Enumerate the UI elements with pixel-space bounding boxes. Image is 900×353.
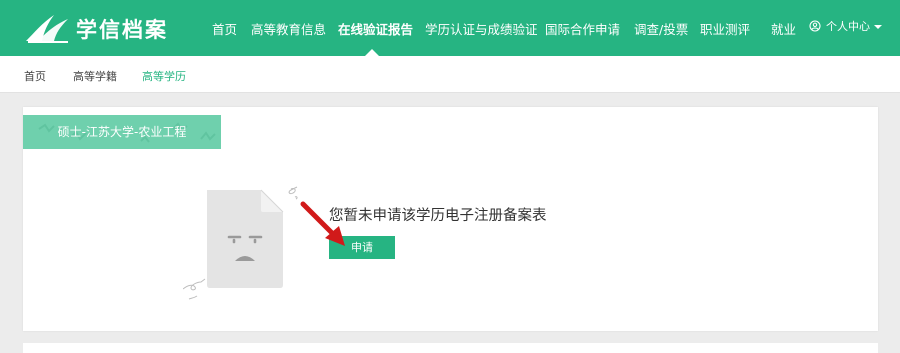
nav-degree-certification[interactable]: 学历认证与成绩验证	[425, 19, 538, 38]
nav-international-cooperation[interactable]: 国际合作申请	[545, 19, 620, 38]
degree-tab[interactable]: 硕士-江苏大学-农业工程	[23, 115, 221, 149]
chevron-down-icon	[874, 24, 882, 29]
site-logo[interactable]: 学信档案	[24, 11, 166, 45]
active-nav-indicator	[365, 49, 379, 56]
nav-home[interactable]: 首页	[212, 19, 237, 38]
degree-record-card: 硕士-江苏大学-农业工程 您暂未申请该学历电子注册备案表 申请	[23, 107, 878, 331]
brand-name: 学信档案	[76, 18, 168, 42]
breadcrumb-enrollment[interactable]: 高等学籍	[73, 68, 117, 84]
user-circle-icon	[809, 20, 821, 32]
breadcrumb-home[interactable]: 首页	[24, 68, 46, 84]
nav-career-assessment[interactable]: 职业测评	[700, 19, 750, 38]
nav-survey-vote[interactable]: 调查/投票	[634, 19, 688, 38]
nav-employment[interactable]: 就业	[771, 19, 796, 38]
degree-tab-label: 硕士-江苏大学-农业工程	[57, 125, 187, 139]
breadcrumb: 首页 高等学籍 高等学历	[0, 56, 900, 93]
next-card-edge	[23, 343, 878, 353]
user-center-label: 个人中心	[826, 20, 870, 33]
breadcrumb-degree[interactable]: 高等学历	[142, 68, 186, 84]
nav-online-verification-report[interactable]: 在线验证报告	[338, 19, 413, 38]
nav-higher-education-info[interactable]: 高等教育信息	[251, 19, 326, 38]
empty-state-message: 您暂未申请该学历电子注册备案表	[329, 208, 547, 224]
logo-mark-icon	[26, 15, 68, 43]
top-navbar: 学信档案 首页 高等教育信息 在线验证报告 学历认证与成绩验证 国际合作申请 调…	[0, 0, 900, 56]
red-arrow-icon	[300, 201, 345, 246]
user-center-menu[interactable]: 个人中心	[809, 18, 882, 34]
